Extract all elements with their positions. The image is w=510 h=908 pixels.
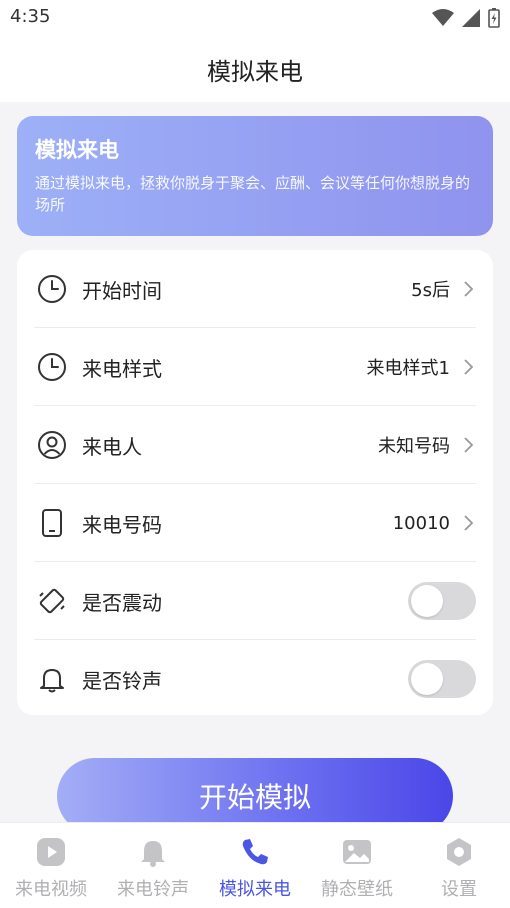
tab-ringtone[interactable]: 来电铃声 <box>102 823 204 908</box>
status-icons <box>432 8 500 28</box>
play-icon <box>34 835 68 869</box>
tab-label: 来电铃声 <box>117 879 189 900</box>
battery-icon <box>488 8 500 28</box>
setting-label: 来电号码 <box>82 512 162 537</box>
tab-settings[interactable]: 设置 <box>408 823 510 908</box>
chevron-right-icon <box>462 357 476 377</box>
gear-icon <box>442 835 476 869</box>
setting-label: 是否铃声 <box>82 668 162 693</box>
vibrate-toggle[interactable] <box>408 582 476 620</box>
page-title: 模拟来电 <box>207 57 303 86</box>
chevron-right-icon <box>462 513 476 533</box>
setting-row-ringtone: 是否铃声 <box>34 640 476 718</box>
status-time: 4:35 <box>10 6 51 27</box>
tab-label: 来电视频 <box>15 879 87 900</box>
setting-row-call-style[interactable]: 来电样式 来电样式1 <box>34 328 476 406</box>
wifi-icon <box>432 9 454 26</box>
setting-label: 是否震动 <box>82 590 162 615</box>
setting-row-start-time[interactable]: 开始时间 5s后 <box>34 250 476 328</box>
chevron-right-icon <box>462 435 476 455</box>
tab-call-video[interactable]: 来电视频 <box>0 823 102 908</box>
toggle-knob <box>411 663 443 695</box>
ringtone-toggle[interactable] <box>408 660 476 698</box>
clock-icon <box>36 273 68 305</box>
setting-value: 10010 <box>392 512 450 534</box>
vibrate-icon <box>36 585 68 617</box>
tab-label: 模拟来电 <box>219 879 291 900</box>
setting-row-caller[interactable]: 来电人 未知号码 <box>34 406 476 484</box>
tab-simulate-call[interactable]: 模拟来电 <box>204 823 306 908</box>
tab-wallpaper[interactable]: 静态壁纸 <box>306 823 408 908</box>
bell-icon <box>136 835 170 869</box>
banner-description: 通过模拟来电，拯救你脱身于聚会、应酬、会议等任何你想脱身的场所 <box>35 174 471 214</box>
setting-label: 开始时间 <box>82 278 162 303</box>
setting-label: 来电样式 <box>82 356 162 381</box>
header: 模拟来电 <box>0 36 510 102</box>
setting-value: 来电样式1 <box>366 358 450 379</box>
tab-label: 设置 <box>441 879 477 900</box>
clock-icon <box>36 351 68 383</box>
chevron-right-icon <box>462 279 476 299</box>
banner-title: 模拟来电 <box>35 138 119 162</box>
signal-icon <box>462 9 480 27</box>
setting-value: 未知号码 <box>378 436 450 457</box>
bottom-tab-bar: 来电视频 来电铃声 模拟来电 静态壁纸 设置 <box>0 822 510 908</box>
setting-value: 5s后 <box>411 280 450 301</box>
phone-icon <box>238 835 272 869</box>
toggle-knob <box>411 585 443 617</box>
tab-label: 静态壁纸 <box>321 879 393 900</box>
bell-icon <box>36 663 68 695</box>
intro-banner: 模拟来电 通过模拟来电，拯救你脱身于聚会、应酬、会议等任何你想脱身的场所 <box>17 116 493 236</box>
setting-row-vibrate: 是否震动 <box>34 562 476 640</box>
setting-row-caller-number[interactable]: 来电号码 10010 <box>34 484 476 562</box>
settings-card: 开始时间 5s后 来电样式 来电样式1 来电人 未知号码 来电号码 10010 … <box>17 250 493 715</box>
image-icon <box>340 835 374 869</box>
status-bar: 4:35 <box>0 0 510 36</box>
user-icon <box>36 429 68 461</box>
setting-label: 来电人 <box>82 434 142 459</box>
phone-device-icon <box>36 507 68 539</box>
